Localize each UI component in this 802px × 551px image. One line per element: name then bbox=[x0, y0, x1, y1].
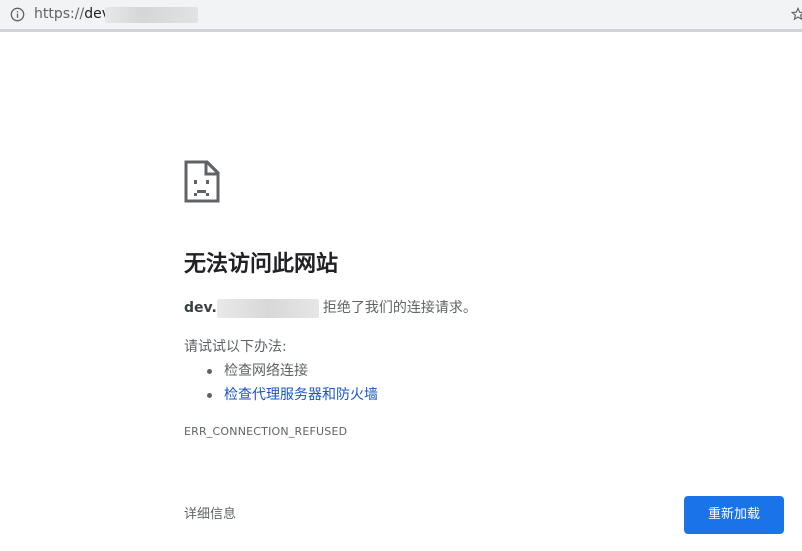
suggestion-check-network: 检查网络连接 bbox=[184, 359, 378, 383]
error-summary: dev. 拒绝了我们的连接请求。 bbox=[184, 297, 477, 319]
bullet-icon bbox=[207, 369, 212, 374]
suggestions-list: 检查网络连接 检查代理服务器和防火墙 bbox=[184, 359, 378, 407]
address-bar: https://dev. bbox=[0, 0, 802, 32]
suggestion-label: 检查网络连接 bbox=[224, 363, 308, 379]
reload-button[interactable]: 重新加载 bbox=[684, 496, 784, 534]
omnibox[interactable]: https://dev. bbox=[0, 0, 802, 29]
suggestion-check-proxy-firewall-link[interactable]: 检查代理服务器和防火墙 bbox=[184, 383, 378, 407]
url-text[interactable]: https://dev. bbox=[34, 5, 113, 24]
bookmark-star-icon[interactable] bbox=[791, 7, 802, 21]
suggestion-label[interactable]: 检查代理服务器和防火墙 bbox=[224, 387, 378, 403]
details-button[interactable]: 详细信息 bbox=[184, 505, 236, 525]
error-code: ERR_CONNECTION_REFUSED bbox=[184, 425, 348, 438]
redacted-error-host bbox=[216, 298, 319, 318]
redacted-url-host bbox=[105, 7, 198, 23]
info-icon[interactable] bbox=[10, 7, 25, 22]
suggestions-title: 请试试以下办法: bbox=[184, 339, 287, 355]
error-host: dev. bbox=[184, 300, 217, 316]
sad-document-icon bbox=[184, 160, 220, 203]
url-scheme: https:// bbox=[34, 6, 85, 22]
toolbar-divider bbox=[0, 29, 802, 32]
error-message: 拒绝了我们的连接请求。 bbox=[322, 300, 477, 316]
browser-page: https://dev. 无法访问此网站 dev. 拒绝了我们的连接请求。 请试试… bbox=[0, 0, 802, 551]
error-title: 无法访问此网站 bbox=[184, 252, 339, 277]
bullet-icon bbox=[207, 393, 212, 398]
